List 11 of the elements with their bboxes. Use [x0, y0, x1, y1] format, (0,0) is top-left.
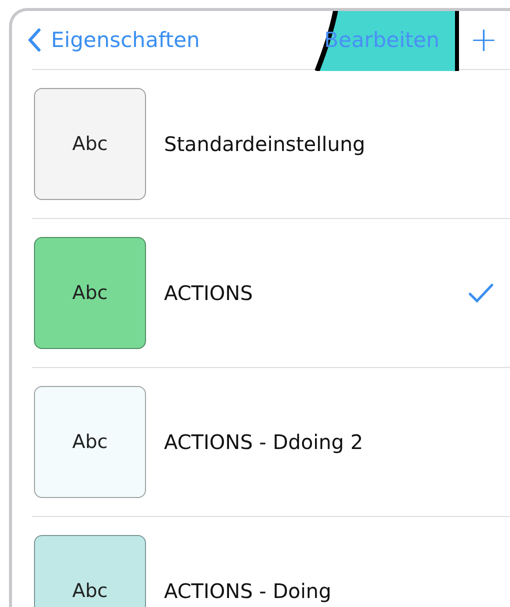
style-preview: Abc — [34, 535, 146, 607]
back-button[interactable]: Eigenschaften — [27, 28, 200, 52]
style-preview: Abc — [34, 237, 146, 349]
style-name: ACTIONS - Ddoing 2 — [164, 430, 364, 454]
add-button[interactable]: + — [470, 23, 498, 57]
style-preview: Abc — [34, 88, 146, 200]
chevron-left-icon — [27, 28, 41, 52]
style-name: Standardeinstellung — [164, 132, 366, 156]
style-name: ACTIONS — [164, 281, 253, 305]
style-name: ACTIONS - Doing — [164, 579, 332, 603]
style-preview: Abc — [34, 386, 146, 498]
